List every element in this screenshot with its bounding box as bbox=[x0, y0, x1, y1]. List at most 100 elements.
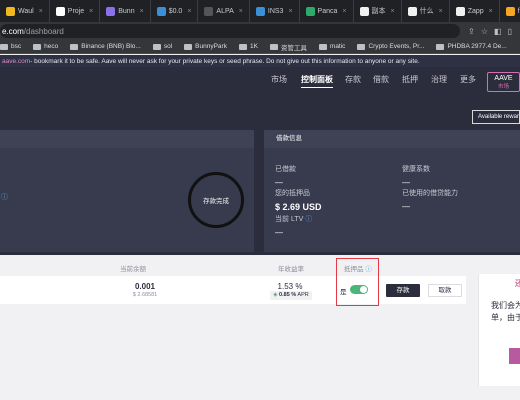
bookmark-item[interactable]: heco bbox=[33, 43, 58, 50]
tab-label: $0.0 bbox=[168, 7, 183, 15]
apr-label: APR bbox=[297, 292, 309, 298]
bookmark-item[interactable]: Binance (BNB) Blo... bbox=[70, 43, 141, 50]
star-icon[interactable]: ☆ bbox=[481, 27, 488, 36]
browser-tab[interactable]: Panca × bbox=[300, 0, 354, 22]
bookmark-item[interactable]: 1K bbox=[238, 43, 258, 50]
side-notice-card: 还 我们会为 单，由于 bbox=[478, 274, 520, 386]
info-icon[interactable]: ⓘ bbox=[365, 266, 372, 273]
nav-item[interactable]: 更多 bbox=[460, 74, 476, 85]
ltv-stat: 当前 LTV ⓘ — bbox=[275, 214, 312, 237]
supply-button[interactable]: 存款 bbox=[386, 284, 420, 297]
bookmark-label: bsc bbox=[11, 43, 22, 50]
bookmark-item[interactable]: matic bbox=[318, 43, 345, 50]
share-icon[interactable]: ⇪ bbox=[468, 27, 475, 36]
bookmark-label: PHDBA 2977.4 De... bbox=[447, 43, 507, 50]
apy-value: 1.53 % bbox=[277, 282, 303, 291]
sidebar-icon[interactable]: ▯ bbox=[508, 27, 512, 36]
borrowed-value: — bbox=[275, 178, 283, 187]
close-icon[interactable]: × bbox=[187, 8, 191, 15]
nav-item[interactable]: 存款 bbox=[345, 74, 361, 85]
ltv-label: 当前 LTV bbox=[275, 216, 304, 223]
extension-icon[interactable]: ◧ bbox=[494, 27, 502, 36]
browser-tab[interactable]: Waul × bbox=[0, 0, 50, 22]
url-field[interactable]: e.com /dashboard bbox=[0, 24, 461, 38]
balance-amount: 0.001 bbox=[134, 282, 156, 291]
url-path: /dashboard bbox=[23, 26, 64, 36]
folder-icon bbox=[33, 43, 42, 50]
bookmark-item[interactable]: sol bbox=[152, 43, 173, 50]
deposits-table-header: 当前余额 年收益率 bbox=[0, 260, 466, 274]
side-card-text: 我们会为 单，由于 bbox=[491, 300, 520, 324]
nav-item[interactable]: 控制面板 bbox=[301, 74, 333, 88]
bookmark-label: Crypto Events, Pr... bbox=[368, 43, 425, 50]
ltv-value: — bbox=[275, 228, 283, 237]
close-icon[interactable]: × bbox=[288, 8, 292, 15]
close-icon[interactable]: × bbox=[239, 8, 243, 15]
balance-usd: $ 2.68581 bbox=[132, 292, 158, 298]
borrowed-stat: 已借款 — bbox=[275, 164, 296, 187]
browser-tab[interactable]: Bunn × bbox=[100, 0, 151, 22]
bookmark-item[interactable]: BunnyPark bbox=[184, 43, 227, 50]
nav-item[interactable]: 抵押 bbox=[402, 74, 418, 85]
tab-favicon-icon bbox=[455, 6, 465, 16]
bookmark-item[interactable]: bsc bbox=[0, 43, 21, 50]
close-icon[interactable]: × bbox=[39, 8, 43, 15]
browser-tab[interactable]: $0.0 × bbox=[151, 0, 199, 22]
browser-tab[interactable]: 副本 × bbox=[354, 0, 402, 22]
circle-label: 存款完成 bbox=[203, 198, 229, 205]
available-rewards-button[interactable]: Available rewards bbox=[472, 110, 520, 124]
tab-favicon-icon bbox=[204, 6, 214, 16]
side-card-line-2: 单，由于 bbox=[491, 313, 520, 322]
bookmark-label: sol bbox=[163, 43, 173, 50]
tab-favicon-icon bbox=[55, 6, 65, 16]
health-factor-value: — bbox=[402, 178, 410, 187]
collateral-toggle-label: 是 bbox=[340, 289, 347, 296]
tab-label: 副本 bbox=[371, 8, 386, 15]
collateral-stat: 您的抵押品 $ 2.69 USD bbox=[275, 188, 322, 212]
browser-tab[interactable]: Proje × bbox=[50, 0, 101, 22]
nav-item[interactable]: 市场 bbox=[271, 74, 287, 85]
side-card-line-1: 我们会为 bbox=[491, 301, 520, 310]
side-card-button[interactable] bbox=[509, 348, 520, 364]
tab-favicon-icon bbox=[255, 6, 265, 16]
browser-tab[interactable]: 什么 × bbox=[402, 0, 450, 22]
borrowed-label: 已借款 bbox=[275, 166, 296, 173]
column-apy: 年收益率 bbox=[278, 266, 304, 273]
browser-tab[interactable]: Zapp × bbox=[450, 0, 500, 22]
nav-item[interactable]: 借款 bbox=[373, 74, 389, 85]
browser-toolbar-icons: ⇪ ☆ ◧ ▯ bbox=[460, 27, 520, 36]
column-collateral: 抵押品 ⓘ bbox=[344, 263, 372, 273]
banner-site: aave.com bbox=[2, 57, 31, 65]
deposit-panel-header bbox=[0, 130, 254, 148]
browser-tab[interactable]: ALPA × bbox=[198, 0, 250, 22]
bookmark-item[interactable]: PHDBA 2977.4 De... bbox=[436, 43, 507, 50]
tab-favicon-icon bbox=[6, 6, 15, 16]
folder-icon bbox=[318, 43, 327, 50]
bookmark-item[interactable]: 资管工具 bbox=[269, 42, 307, 52]
collateral-toggle[interactable] bbox=[350, 285, 368, 294]
side-card-title: 还 bbox=[515, 279, 520, 288]
browser-tab[interactable]: INS3 × bbox=[250, 0, 300, 22]
tab-label: Bunn bbox=[118, 7, 135, 15]
close-icon[interactable]: × bbox=[391, 8, 395, 15]
bookmark-item[interactable]: Crypto Events, Pr... bbox=[357, 43, 424, 50]
folder-icon bbox=[436, 43, 445, 50]
info-icon[interactable]: ⓘ bbox=[1, 192, 8, 202]
close-icon[interactable]: × bbox=[439, 8, 443, 15]
bookmark-label: 资管工具 bbox=[280, 44, 307, 52]
browser-tab[interactable]: farm× bbox=[500, 0, 520, 22]
bookmark-label: 1K bbox=[249, 43, 258, 50]
logo-subtitle: 市场 bbox=[497, 84, 509, 90]
close-icon[interactable]: × bbox=[342, 8, 346, 15]
close-icon[interactable]: × bbox=[140, 8, 144, 15]
bookmarks-bar: bsc heco Binance (BNB) Blo... sol BunnyPark 1… bbox=[0, 40, 520, 54]
health-factor-label: 健康系数 bbox=[402, 166, 430, 173]
aave-logo[interactable]: AAVE 市场 bbox=[487, 72, 520, 92]
nav-item[interactable]: 治理 bbox=[431, 74, 447, 85]
info-icon[interactable]: ⓘ bbox=[305, 216, 312, 223]
borrow-panel-title: 借款信息 bbox=[264, 130, 520, 148]
close-icon[interactable]: × bbox=[89, 8, 93, 15]
withdraw-button[interactable]: 取款 bbox=[428, 284, 462, 297]
tab-favicon-icon bbox=[106, 6, 116, 16]
close-icon[interactable]: × bbox=[489, 8, 493, 15]
